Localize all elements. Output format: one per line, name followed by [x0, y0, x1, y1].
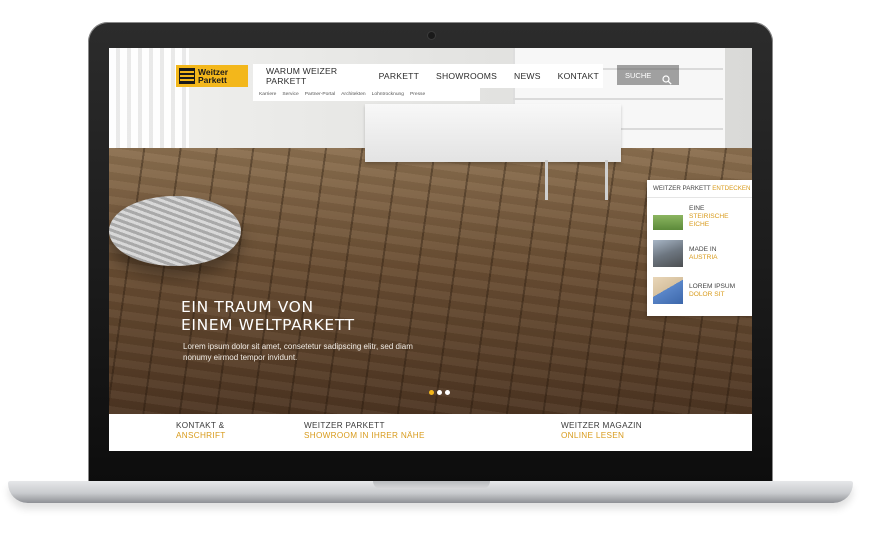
webcam-icon	[428, 32, 435, 39]
footer-link-showroom[interactable]: WEITZER PARKETT SHOWROOM IN IHRER NÄHE	[304, 421, 425, 441]
hero-cabinet	[365, 104, 621, 162]
nav-item-warum[interactable]: WARUM WEIZER PARKETT	[266, 66, 362, 86]
parquet-samples-image	[653, 277, 683, 304]
discover-heading-accent: ENTDECKEN	[712, 185, 751, 192]
subnav-item-lohntrocknung[interactable]: Lohntrocknung	[372, 92, 404, 97]
discover-item-austria[interactable]: MADE IN AUSTRIA	[653, 235, 752, 272]
footer-link-line1: WEITZER MAGAZIN	[561, 421, 642, 430]
discover-heading-prefix: WEITZER PARKETT	[653, 185, 711, 192]
slider-dot[interactable]	[445, 390, 450, 395]
subnav-item-presse[interactable]: Presse	[410, 92, 425, 97]
oak-tree-image	[653, 203, 683, 230]
nav-item-parkett[interactable]: PARKETT	[379, 71, 419, 81]
footer-link-line2: ANSCHRIFT	[176, 431, 226, 440]
discover-item-text: EINE STEIRISCHE EICHE	[689, 205, 729, 229]
footer-bar: KONTAKT & ANSCHRIFT WEITZER PARKETT SHOW…	[109, 414, 752, 451]
discover-item-line1: MADE IN	[689, 245, 717, 253]
subnav-item-architekten[interactable]: Architekten	[341, 92, 365, 97]
hero-pouf	[109, 196, 241, 266]
brand-logo[interactable]: Weitzer Parkett	[176, 65, 248, 87]
discover-item-line2: DOLOR SIT	[689, 290, 725, 298]
laptop-notch	[373, 481, 490, 489]
search-button[interactable]: SUCHE	[617, 65, 679, 85]
shelf-board	[513, 98, 723, 100]
discover-item-lorem[interactable]: LOREM IPSUM DOLOR SIT	[653, 272, 752, 309]
discover-item-oak[interactable]: EINE STEIRISCHE EICHE	[653, 198, 752, 235]
discover-item-line2: STEIRISCHE EICHE	[689, 212, 729, 228]
slider-dots	[429, 390, 453, 395]
cabinet-leg	[545, 160, 548, 200]
footer-link-line1: WEITZER PARKETT	[304, 421, 385, 430]
website-screen: Weitzer Parkett WARUM WEIZER PARKETT PAR…	[109, 48, 752, 451]
cabinet-leg	[605, 160, 608, 200]
subnav-item-service[interactable]: Service	[282, 92, 298, 97]
main-nav: WARUM WEIZER PARKETT PARKETT SHOWROOMS N…	[253, 64, 603, 88]
discover-item-line1: LOREM IPSUM	[689, 282, 736, 290]
footer-link-kontakt[interactable]: KONTAKT & ANSCHRIFT	[176, 421, 226, 441]
footer-link-line2: ONLINE LESEN	[561, 431, 625, 440]
footer-link-line2: SHOWROOM IN IHRER NÄHE	[304, 431, 425, 440]
nav-item-showrooms[interactable]: SHOWROOMS	[436, 71, 497, 81]
discover-item-text: LOREM IPSUM DOLOR SIT	[689, 283, 735, 299]
discover-item-line1: EINE	[689, 204, 705, 212]
slider-dot[interactable]	[437, 390, 442, 395]
discover-panel: WEITZER PARKETT ENTDECKEN EINE STEIRISCH…	[647, 180, 752, 316]
parquet-logo-icon	[179, 68, 195, 84]
subnav-item-partner-portal[interactable]: Partner-Portal	[305, 92, 335, 97]
discover-heading: WEITZER PARKETT ENTDECKEN	[647, 180, 752, 198]
discover-item-line2: AUSTRIA	[689, 253, 718, 261]
mountain-image	[653, 240, 683, 267]
slider-dot[interactable]	[429, 390, 434, 395]
hero-subtitle: Lorem ipsum dolor sit amet, consetetur s…	[183, 342, 413, 362]
subnav-item-karriere[interactable]: Karriere	[259, 92, 276, 97]
search-label: SUCHE	[625, 70, 652, 80]
hero-title: EIN TRAUM VON EINEM WELTPARKETT	[181, 298, 355, 334]
nav-item-news[interactable]: NEWS	[514, 71, 541, 81]
footer-link-line1: KONTAKT &	[176, 421, 225, 430]
footer-link-magazin[interactable]: WEITZER MAGAZIN ONLINE LESEN	[561, 421, 642, 441]
nav-item-kontakt[interactable]: KONTAKT	[558, 71, 599, 81]
logo-text: Weitzer Parkett	[198, 66, 229, 85]
hero-banner: Weitzer Parkett WARUM WEIZER PARKETT PAR…	[109, 48, 752, 414]
search-icon	[662, 70, 672, 85]
sub-nav: Karriere Service Partner-Portal Architek…	[253, 88, 480, 101]
discover-item-text: MADE IN AUSTRIA	[689, 246, 718, 262]
